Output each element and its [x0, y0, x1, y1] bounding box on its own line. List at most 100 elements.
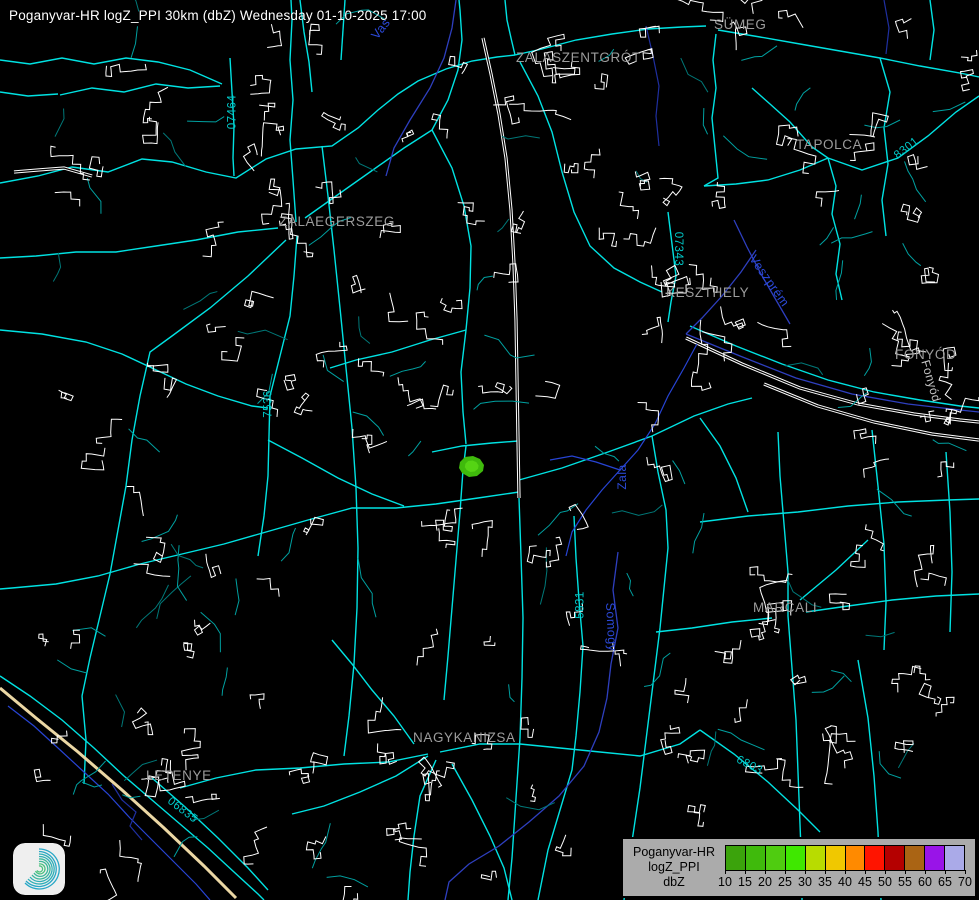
legend-tick-label: 50	[878, 875, 892, 889]
settlement-outline	[787, 139, 816, 174]
settlement-outline	[183, 643, 194, 658]
minor-road	[831, 670, 851, 681]
settlement-outline	[343, 886, 358, 900]
legend-swatch	[885, 846, 905, 870]
color-swatch-row	[725, 845, 965, 871]
minor-road	[864, 120, 900, 128]
settlement-outline	[281, 214, 313, 257]
settlement-outlines	[34, 0, 979, 900]
settlement-outline	[322, 113, 346, 131]
settlement-outline	[380, 223, 400, 238]
minor-road	[898, 743, 914, 768]
minor-road	[281, 528, 295, 561]
settlement-outline	[100, 869, 116, 900]
legend-swatch	[925, 846, 945, 870]
legend-tick-label: 15	[738, 875, 752, 889]
settlement-outline	[294, 393, 312, 415]
minor-road	[627, 573, 634, 596]
map-canvas	[0, 0, 979, 900]
minor-road	[408, 441, 421, 456]
legend-tick-mark	[805, 870, 806, 874]
settlement-outline	[735, 699, 748, 722]
minor-road	[474, 401, 529, 409]
settlement-outline	[564, 164, 578, 173]
settlement-outline	[120, 840, 142, 882]
legend-tick-label: 70	[958, 875, 972, 889]
settlement-outline	[207, 324, 226, 332]
legend-tick-mark	[905, 870, 906, 874]
minor-road	[309, 218, 351, 246]
settlement-outline	[581, 643, 614, 651]
radar-product-title: Poganyvar-HR logZ_PPI 30km (dbZ) Wednesd…	[9, 8, 427, 23]
minor-road	[136, 585, 168, 628]
minor-road	[933, 102, 966, 112]
minor-road	[477, 276, 493, 290]
settlement-outline	[830, 726, 856, 744]
minor-road	[933, 440, 967, 451]
settlement-outline	[678, 750, 705, 763]
settlement-outline	[961, 50, 977, 61]
legend-swatch	[865, 846, 885, 870]
legend-tick-label: 40	[838, 875, 852, 889]
minor-road	[502, 136, 540, 139]
settlement-outline	[441, 298, 463, 312]
settlement-outline	[368, 697, 401, 733]
settlement-outline	[675, 678, 689, 703]
legend-swatch	[786, 846, 806, 870]
minor-road	[87, 178, 101, 214]
settlement-outline	[532, 34, 565, 76]
settlement-outline	[943, 347, 956, 370]
settlement-outline	[407, 399, 436, 409]
provider-logo[interactable]	[13, 843, 65, 895]
settlement-outline	[599, 228, 616, 247]
settlement-outline	[659, 178, 682, 205]
legend-swatch	[826, 846, 846, 870]
settlement-outline	[901, 204, 921, 222]
legend-tick-mark	[945, 870, 946, 874]
dbz-color-scale: 10152025303540455055606570	[725, 845, 965, 896]
settlement-outline	[398, 377, 423, 408]
settlement-outline	[897, 332, 926, 352]
minor-road	[612, 505, 662, 515]
minor-road	[122, 795, 140, 798]
minor-road	[359, 316, 370, 343]
minor-road	[506, 798, 554, 810]
minor-road	[866, 632, 895, 636]
minor-road	[235, 579, 239, 616]
settlement-outline	[146, 537, 165, 562]
minor-road	[484, 335, 534, 358]
settlement-outline	[555, 835, 571, 856]
settlement-outline	[267, 24, 281, 47]
legend-tick-mark	[925, 870, 926, 874]
minor-road	[353, 412, 384, 436]
settlement-outline	[351, 275, 365, 293]
settlement-outline	[757, 322, 791, 346]
legend-tick-label: 30	[798, 875, 812, 889]
minor-road	[131, 26, 137, 58]
legend-swatch	[726, 846, 746, 870]
settlement-outline	[261, 123, 283, 157]
minor-road	[903, 243, 921, 265]
settlement-outline	[530, 785, 535, 802]
settlement-outline	[250, 75, 271, 94]
minor-road	[323, 355, 344, 382]
settlement-outline	[544, 52, 579, 83]
settlement-outline	[481, 871, 496, 880]
minor-road	[693, 513, 704, 553]
minor-road	[55, 108, 64, 136]
minor-road	[644, 653, 670, 686]
minor-road	[795, 88, 810, 111]
minor-road	[238, 330, 288, 340]
settlement-outline	[244, 827, 267, 864]
settlement-outline	[250, 694, 264, 709]
legend-swatch	[945, 846, 964, 870]
settlement-outline	[546, 537, 561, 567]
dbz-tick-row: 10152025303540455055606570	[725, 871, 965, 889]
legend-radar-name: Poganyvar-HR	[633, 845, 715, 860]
settlement-outline	[484, 636, 495, 646]
settlement-outline	[309, 24, 322, 54]
settlement-outline	[417, 629, 438, 666]
legend-product-name: logZ_PPI	[648, 860, 699, 875]
settlement-outline	[895, 741, 913, 753]
settlement-outline	[914, 666, 930, 680]
